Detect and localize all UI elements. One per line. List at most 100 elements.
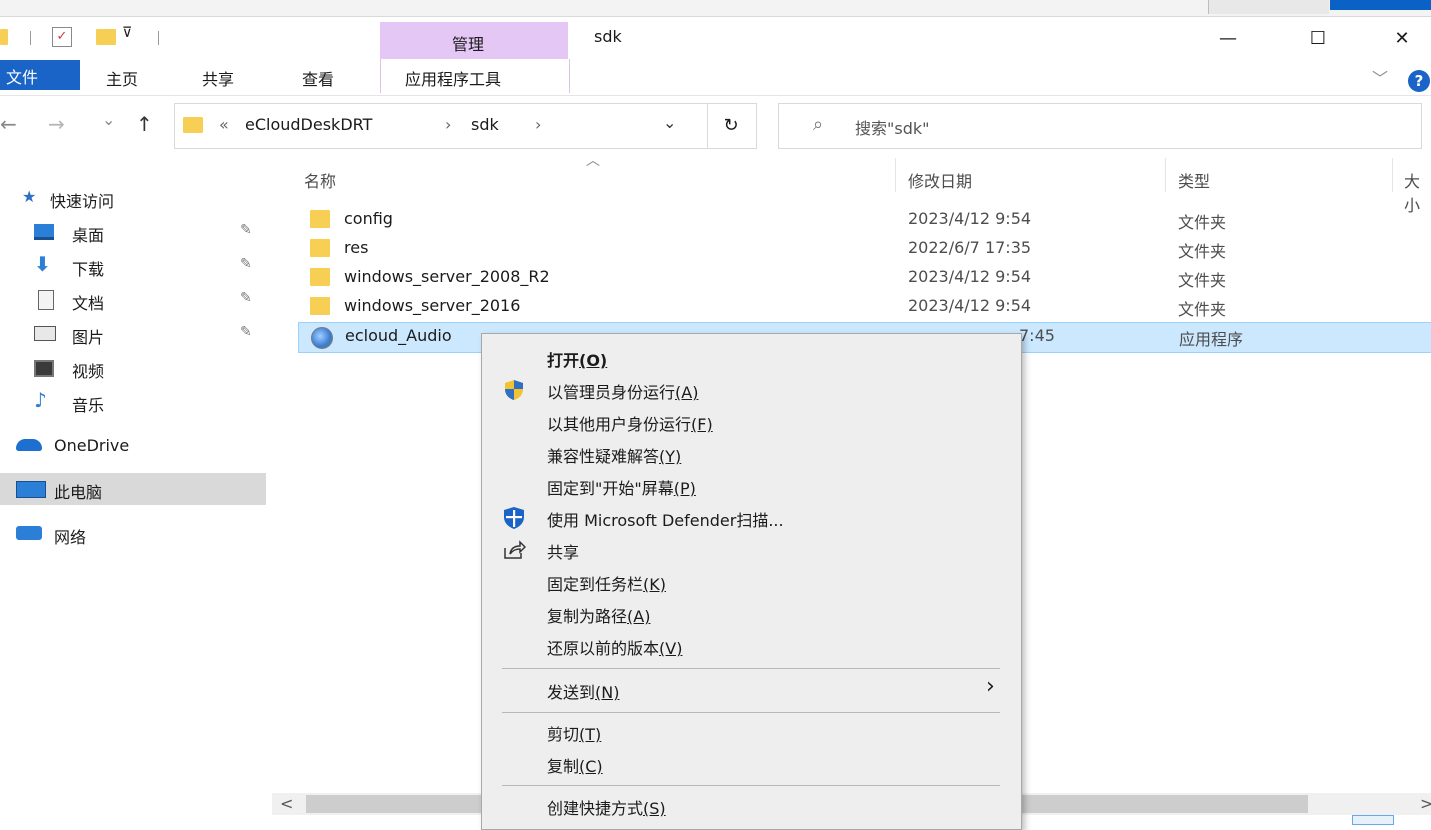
pin-icon: ✎ xyxy=(240,256,252,272)
pin-icon: ✎ xyxy=(240,324,252,340)
scroll-right-icon[interactable]: > xyxy=(1420,794,1431,813)
defender-shield-icon xyxy=(504,507,524,529)
menu-item-restore-previous-versions[interactable]: 还原以前的版本(V) xyxy=(482,630,1021,662)
breadcrumb-ecloud[interactable]: eCloudDeskDRT xyxy=(245,115,372,134)
address-dropdown-icon[interactable]: ⌄ xyxy=(663,113,676,132)
file-row[interactable]: res 2022/6/7 17:35 文件夹 xyxy=(298,235,1431,263)
column-divider[interactable] xyxy=(1165,158,1166,192)
search-icon: ⌕ xyxy=(813,114,824,135)
tab-file-label: 文件 xyxy=(6,68,39,87)
menu-item-label: 共享 xyxy=(547,543,580,562)
menu-item-copy-as-path[interactable]: 复制为路径(A) xyxy=(482,598,1021,630)
pin-icon: ✎ xyxy=(240,222,252,238)
nav-item-desktop[interactable]: 桌面 ✎ xyxy=(0,216,266,248)
toolbar-separator xyxy=(30,31,31,45)
customize-qat-icon[interactable]: ⊽ xyxy=(122,25,132,41)
menu-item-label: 以管理员身份运行(A) xyxy=(547,383,699,402)
share-icon xyxy=(504,540,526,559)
properties-icon[interactable]: ✓ xyxy=(52,27,72,47)
document-icon xyxy=(38,290,54,310)
menu-item-run-as-other-user[interactable]: 以其他用户身份运行(F) xyxy=(482,406,1021,438)
up-arrow-icon[interactable]: ↑ xyxy=(136,112,153,136)
nav-onedrive[interactable]: OneDrive xyxy=(0,430,266,462)
nav-this-pc[interactable]: 此电脑 xyxy=(0,473,266,505)
breadcrumb-overflow[interactable]: « xyxy=(219,115,229,134)
breadcrumb-separator-icon[interactable]: › xyxy=(535,115,541,134)
menu-item-label: 还原以前的版本(V) xyxy=(547,639,683,658)
nav-item-downloads[interactable]: ⬇ 下载 ✎ xyxy=(0,250,266,282)
music-icon: ♪ xyxy=(34,388,47,412)
nav-item-videos[interactable]: 视频 xyxy=(0,352,266,384)
nav-network[interactable]: 网络 xyxy=(0,518,266,550)
menu-item-label: 剪切(T) xyxy=(547,725,602,744)
star-icon: ★ xyxy=(22,187,37,206)
tab-file[interactable]: 文件 xyxy=(0,60,80,90)
menu-item-send-to[interactable]: 发送到(N) › xyxy=(482,674,1021,706)
menu-item-pin-to-start[interactable]: 固定到"开始"屏幕(P) xyxy=(482,470,1021,502)
minimize-button[interactable]: — xyxy=(1206,22,1250,56)
nav-item-label: 视频 xyxy=(72,362,105,381)
tab-home[interactable]: 主页 xyxy=(106,66,138,90)
pin-icon: ✎ xyxy=(240,290,252,306)
application-icon xyxy=(311,327,333,349)
column-header-date[interactable]: 修改日期 xyxy=(908,168,972,192)
ribbon-tab-bar: 主页 共享 查看 ﹀ xyxy=(0,59,1431,96)
column-divider[interactable] xyxy=(895,158,896,192)
file-name: config xyxy=(344,209,393,228)
nav-network-label: 网络 xyxy=(54,528,87,547)
contextual-tab-group-label: 管理 xyxy=(452,35,485,54)
menu-item-open[interactable]: 打开(O) xyxy=(482,342,1021,374)
menu-item-label: 兼容性疑难解答(Y) xyxy=(547,447,682,466)
nav-item-pictures[interactable]: 图片 ✎ xyxy=(0,318,266,350)
desktop-icon xyxy=(34,224,54,240)
nav-quick-access[interactable]: ★ 快速访问 xyxy=(0,182,266,214)
context-menu: 打开(O) 以管理员身份运行(A) 以其他用户身份运行(F) 兼容性疑难解答(Y… xyxy=(481,333,1022,830)
file-row[interactable]: windows_server_2008_R2 2023/4/12 9:54 文件… xyxy=(298,264,1431,292)
new-folder-icon[interactable] xyxy=(96,29,116,45)
ribbon-collapse-icon[interactable]: ﹀ xyxy=(1372,65,1388,89)
menu-item-run-as-admin[interactable]: 以管理员身份运行(A) xyxy=(482,374,1021,406)
view-toggle-button[interactable] xyxy=(1352,815,1394,825)
column-divider[interactable] xyxy=(1392,158,1393,192)
tab-share[interactable]: 共享 xyxy=(202,66,234,90)
breadcrumb-separator-icon[interactable]: › xyxy=(445,115,451,134)
column-header-name[interactable]: 名称 xyxy=(304,168,336,192)
file-type: 应用程序 xyxy=(1179,330,1244,349)
column-header-type[interactable]: 类型 xyxy=(1178,168,1210,192)
tab-application-tools-label: 应用程序工具 xyxy=(405,70,502,89)
file-date: 7:45 xyxy=(1019,326,1055,345)
menu-item-troubleshoot-compatibility[interactable]: 兼容性疑难解答(Y) xyxy=(482,438,1021,470)
close-button[interactable]: ✕ xyxy=(1380,22,1424,56)
file-name: ecloud_Audio xyxy=(345,326,452,345)
menu-item-share[interactable]: 共享 xyxy=(482,534,1021,566)
refresh-button[interactable]: ↻ xyxy=(706,103,757,149)
nav-this-pc-label: 此电脑 xyxy=(54,483,103,502)
tab-application-tools[interactable]: 应用程序工具 xyxy=(380,59,570,93)
submenu-arrow-icon: › xyxy=(986,674,995,699)
cloud-icon xyxy=(16,439,42,451)
menu-item-cut[interactable]: 剪切(T) xyxy=(482,716,1021,748)
menu-item-label: 固定到"开始"屏幕(P) xyxy=(547,479,696,498)
nav-item-label: 桌面 xyxy=(72,226,105,245)
menu-item-create-shortcut[interactable]: 创建快捷方式(S) xyxy=(482,790,1021,822)
back-arrow-icon[interactable]: ← xyxy=(0,112,17,136)
address-bar[interactable]: « eCloudDeskDRT › sdk › ⌄ xyxy=(174,103,708,149)
recent-locations-icon[interactable]: ⌄ xyxy=(102,110,115,129)
maximize-button[interactable]: ☐ xyxy=(1296,22,1340,56)
menu-item-defender-scan[interactable]: 使用 Microsoft Defender扫描... xyxy=(482,502,1021,534)
nav-item-music[interactable]: ♪ 音乐 xyxy=(0,386,266,418)
menu-item-copy[interactable]: 复制(C) xyxy=(482,748,1021,780)
menu-separator xyxy=(502,785,1000,786)
tab-view[interactable]: 查看 xyxy=(302,66,334,90)
file-row[interactable]: windows_server_2016 2023/4/12 9:54 文件夹 xyxy=(298,293,1431,321)
search-box[interactable]: ⌕ 搜索"sdk" xyxy=(778,103,1422,149)
nav-item-label: 图片 xyxy=(72,328,105,347)
scroll-left-icon[interactable]: < xyxy=(280,794,293,813)
breadcrumb-sdk[interactable]: sdk xyxy=(471,115,499,134)
help-icon[interactable]: ? xyxy=(1408,70,1430,92)
forward-arrow-icon[interactable]: → xyxy=(48,112,65,136)
folder-icon xyxy=(0,29,8,45)
menu-item-pin-to-taskbar[interactable]: 固定到任务栏(K) xyxy=(482,566,1021,598)
nav-item-documents[interactable]: 文档 ✎ xyxy=(0,284,266,316)
file-row[interactable]: config 2023/4/12 9:54 文件夹 xyxy=(298,206,1431,234)
